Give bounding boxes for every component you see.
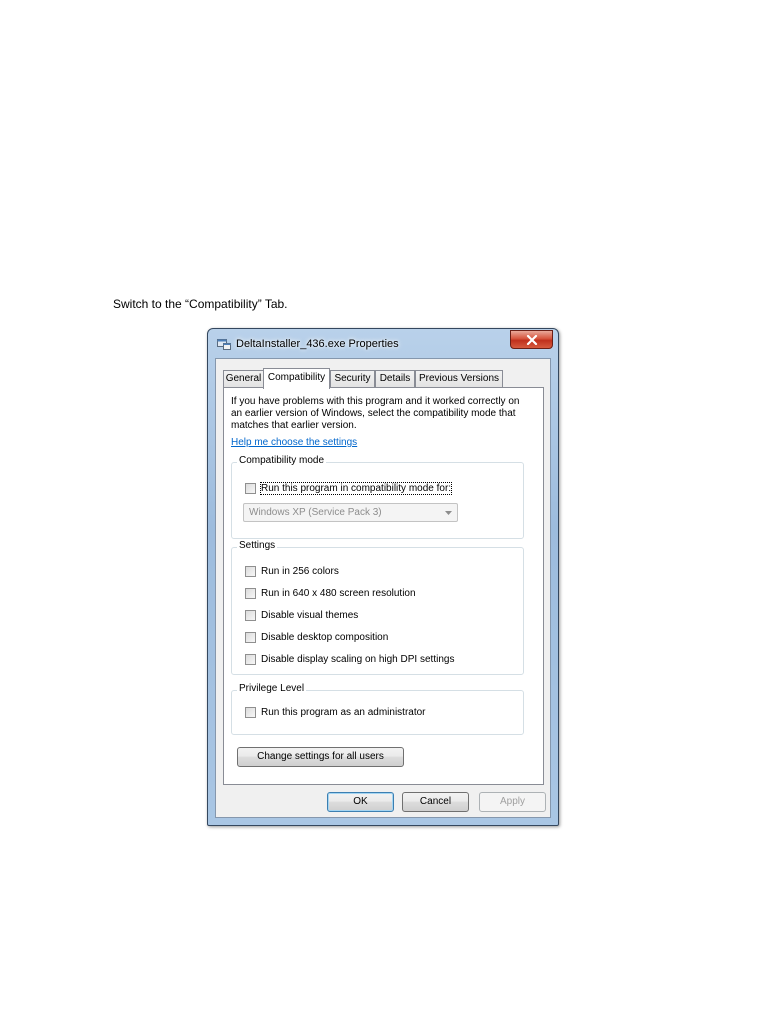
setting-row[interactable]: Run in 256 colors xyxy=(245,565,339,578)
privilege-row[interactable]: Run this program as an administrator xyxy=(245,706,426,719)
apply-button[interactable]: Apply xyxy=(479,792,546,812)
checkbox-640x480[interactable] xyxy=(245,588,256,599)
privilege-level-title: Privilege Level xyxy=(237,683,307,694)
compatibility-mode-label: Run this program in compatibility mode f… xyxy=(259,482,453,495)
settings-title: Settings xyxy=(237,540,278,551)
setting-label: Disable visual themes xyxy=(261,610,359,621)
instruction-text: Switch to the “Compatibility” Tab. xyxy=(113,297,288,311)
close-icon xyxy=(526,335,538,345)
ok-button[interactable]: OK xyxy=(327,792,394,812)
cancel-button[interactable]: Cancel xyxy=(402,792,469,812)
setting-row[interactable]: Run in 640 x 480 screen resolution xyxy=(245,587,416,600)
application-icon xyxy=(217,339,231,350)
setting-label: Disable display scaling on high DPI sett… xyxy=(261,654,455,665)
privilege-level-group: Privilege Level Run this program as an a… xyxy=(231,683,524,735)
change-settings-all-users-button[interactable]: Change settings for all users xyxy=(237,747,404,767)
compatibility-mode-title: Compatibility mode xyxy=(237,455,327,466)
setting-label: Run in 256 colors xyxy=(261,566,339,577)
os-version-value: Windows XP (Service Pack 3) xyxy=(249,507,382,518)
setting-row[interactable]: Disable visual themes xyxy=(245,609,358,622)
properties-dialog: DeltaInstaller_436.exe Properties Genera… xyxy=(207,328,559,826)
window-title: DeltaInstaller_436.exe Properties xyxy=(236,338,399,350)
tab-general[interactable]: General xyxy=(223,370,264,387)
settings-group: Settings Run in 256 colors Run in 640 x … xyxy=(231,540,524,675)
os-version-select[interactable]: Windows XP (Service Pack 3) xyxy=(243,503,458,522)
checkbox-disable-visual-themes[interactable] xyxy=(245,610,256,621)
tab-details[interactable]: Details xyxy=(375,370,415,387)
tab-security[interactable]: Security xyxy=(330,370,375,387)
help-link[interactable]: Help me choose the settings xyxy=(231,437,357,448)
compatibility-mode-row[interactable]: Run this program in compatibility mode f… xyxy=(245,482,453,495)
dialog-client-area: General Compatibility Security Details P… xyxy=(215,358,551,818)
compatibility-panel: If you have problems with this program a… xyxy=(223,387,544,785)
close-button[interactable] xyxy=(510,330,553,349)
checkbox-disable-dpi-scaling[interactable] xyxy=(245,654,256,665)
intro-text: If you have problems with this program a… xyxy=(231,396,520,431)
tab-compatibility[interactable]: Compatibility xyxy=(263,368,330,389)
setting-label: Run in 640 x 480 screen resolution xyxy=(261,588,416,599)
setting-label: Disable desktop composition xyxy=(261,632,389,643)
setting-row[interactable]: Disable display scaling on high DPI sett… xyxy=(245,653,454,666)
checkbox-256-colors[interactable] xyxy=(245,566,256,577)
title-bar[interactable]: DeltaInstaller_436.exe Properties xyxy=(208,329,558,359)
checkbox-disable-desktop-composition[interactable] xyxy=(245,632,256,643)
compatibility-mode-group: Compatibility mode Run this program in c… xyxy=(231,455,524,539)
compatibility-mode-checkbox[interactable] xyxy=(245,483,256,494)
checkbox-run-as-admin[interactable] xyxy=(245,707,256,718)
chevron-down-icon xyxy=(445,511,452,515)
privilege-label: Run this program as an administrator xyxy=(261,707,426,718)
tab-previous-versions[interactable]: Previous Versions xyxy=(415,370,503,387)
setting-row[interactable]: Disable desktop composition xyxy=(245,631,388,644)
